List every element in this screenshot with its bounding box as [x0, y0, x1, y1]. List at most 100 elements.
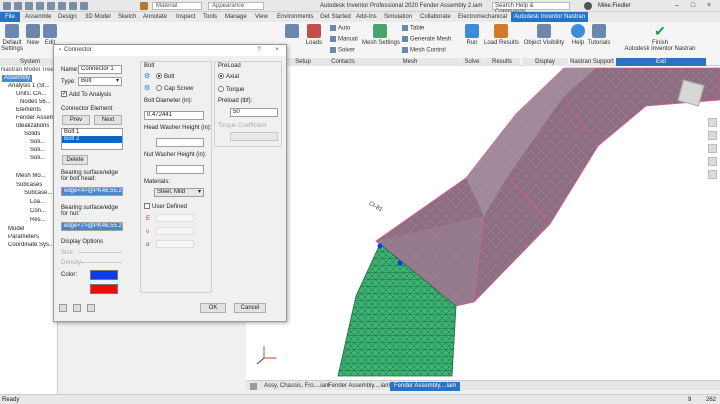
tab-tools[interactable]: Tools — [203, 13, 217, 22]
user-defined-checkbox[interactable] — [144, 203, 150, 209]
delete-button[interactable]: Delete — [62, 155, 88, 165]
tab-add-ins[interactable]: Add-Ins — [356, 13, 377, 22]
tree-item-constraints[interactable]: Con... — [30, 208, 46, 215]
material-dropdown[interactable]: Material — [152, 2, 202, 10]
tab-file[interactable]: File — [0, 12, 20, 22]
tab-autodesk-inventor-nastran[interactable]: Autodesk Inventor Nastran — [511, 12, 589, 22]
zoom-icon[interactable] — [708, 131, 717, 140]
add-icon[interactable] — [59, 304, 67, 312]
mesh-control-button[interactable]: Mesh Control — [402, 47, 446, 55]
save-icon[interactable] — [36, 2, 44, 10]
contacts-auto-button[interactable]: Auto — [330, 25, 350, 33]
full-navigation-icon[interactable] — [708, 170, 717, 179]
new-file-icon[interactable] — [14, 2, 22, 10]
doc-tab-fender-1[interactable]: Fender Assembly....iam — [324, 382, 394, 391]
tab-view[interactable]: View — [255, 13, 268, 22]
add-to-analysis-checkbox[interactable] — [61, 90, 67, 97]
redo-icon[interactable] — [58, 2, 66, 10]
tree-item-results[interactable]: Res... — [30, 217, 46, 224]
tree-item-solid-3[interactable]: Soli... — [30, 155, 45, 162]
tree-item-subcase[interactable]: Subcase... — [24, 190, 52, 197]
appearance-dropdown[interactable]: Appearance — [208, 2, 264, 10]
tab-assemble[interactable]: Assemble — [25, 13, 51, 22]
tree-item-loads[interactable]: Loa... — [30, 199, 45, 206]
mesh-settings-button[interactable]: Mesh Settings — [362, 24, 400, 46]
contacts-solver-button[interactable]: Solver — [330, 47, 355, 55]
axial-radio[interactable] — [218, 73, 224, 79]
tree-item-assembly[interactable]: Assembly — [2, 75, 33, 82]
delete-icon[interactable] — [87, 304, 95, 312]
tab-environments[interactable]: Environments — [277, 13, 314, 22]
mesh-table-button[interactable]: Table — [402, 25, 424, 33]
tree-item-subcases[interactable]: Subcases — [16, 182, 42, 189]
home-tab-icon[interactable] — [250, 383, 257, 390]
tab-inspect[interactable]: Inspect — [176, 13, 195, 22]
cancel-button[interactable]: Cancel — [234, 303, 266, 313]
prev-button[interactable]: Prev — [62, 115, 90, 125]
hidden-setup-button[interactable] — [282, 24, 302, 40]
new-analysis-button[interactable]: New — [25, 24, 41, 46]
tab-manage[interactable]: Manage — [225, 13, 247, 22]
search-input[interactable]: Search Help & Commands... — [492, 2, 570, 15]
tab-electromechanical[interactable]: Electromechanical — [458, 13, 507, 22]
help-button[interactable]: Help — [570, 24, 586, 46]
default-settings-button[interactable]: Default Settings — [1, 24, 23, 52]
tree-item-mesh-model[interactable]: Mesh Mo... — [16, 173, 46, 180]
maximize-button[interactable]: □ — [688, 1, 698, 10]
user-name[interactable]: Mike.Fiedler — [598, 2, 631, 10]
undo-icon[interactable] — [47, 2, 55, 10]
tab-annotate[interactable]: Annotate — [143, 13, 167, 22]
graphics-viewport[interactable]: Ct-81 — [246, 66, 720, 380]
nut-washer-input[interactable] — [156, 165, 204, 174]
cap-screw-radio[interactable] — [156, 85, 162, 91]
color-swatch-secondary[interactable] — [90, 284, 118, 294]
orbit-icon[interactable] — [708, 144, 717, 153]
select-icon[interactable] — [80, 2, 88, 10]
finish-nastran-button[interactable]: ✔ Finish Autodesk Inventor Nastran — [618, 24, 702, 52]
minimize-button[interactable]: – — [672, 1, 682, 10]
loads-button[interactable]: Loads — [304, 24, 324, 46]
tab-sketch[interactable]: Sketch — [118, 13, 136, 22]
copy-icon[interactable] — [73, 304, 81, 312]
tree-item-idealizations[interactable]: Idealizations — [16, 123, 49, 130]
contacts-manual-button[interactable]: Manual — [330, 36, 358, 44]
doc-tab-chassis[interactable]: Assy, Chassis, Fro....iam — [260, 382, 334, 391]
tree-item-parameters[interactable]: Parameters — [8, 234, 39, 241]
tab-design[interactable]: Design — [58, 13, 77, 22]
head-washer-input[interactable] — [156, 138, 204, 147]
bolt-diameter-input[interactable]: 0.472441 — [144, 111, 204, 120]
list-item[interactable]: Bolt 1 — [62, 129, 122, 136]
tab-simulation[interactable]: Simulation — [384, 13, 412, 22]
bolt-radio[interactable] — [156, 73, 162, 79]
pan-icon[interactable] — [708, 118, 717, 127]
ok-button[interactable]: OK — [200, 303, 226, 313]
tutorials-button[interactable]: Tutorials — [587, 24, 611, 46]
tab-collaborate[interactable]: Collaborate — [420, 13, 451, 22]
run-button[interactable]: Run — [463, 24, 481, 46]
preload-input[interactable]: 50 — [230, 108, 278, 117]
torque-radio[interactable] — [218, 86, 224, 92]
load-results-button[interactable]: Load Results — [484, 24, 519, 46]
next-button[interactable]: Next — [94, 115, 122, 125]
list-item-selected[interactable]: Bolt 2 — [62, 136, 122, 143]
tree-item-nodes[interactable]: Nodes 56... — [20, 99, 51, 106]
type-select[interactable]: Bolt ▾ — [78, 77, 122, 86]
help-icon[interactable]: ? — [254, 45, 264, 56]
color-swatch-primary[interactable] — [90, 270, 118, 280]
tree-item-solid-2[interactable]: Soli... — [30, 147, 45, 154]
open-file-icon[interactable] — [25, 2, 33, 10]
app-menu-icon[interactable] — [3, 2, 11, 10]
tree-item-solids[interactable]: Solids — [24, 131, 40, 138]
doc-tab-fender-2[interactable]: Fender Assembly....iam — [390, 382, 461, 391]
materials-select[interactable]: Steel, Mild ▾ — [154, 188, 204, 197]
tree-item-units[interactable]: Units: CA... — [16, 91, 46, 98]
bearing-nut-input[interactable]: edge<7>@PK46.55.26.084 — [61, 222, 123, 231]
name-input[interactable]: Connector 1 — [78, 65, 122, 74]
tab-3d-model[interactable]: 3D Model — [85, 13, 111, 22]
close-window-button[interactable]: × — [704, 1, 714, 10]
tree-item-elements[interactable]: Elements — [16, 107, 41, 114]
home-icon[interactable] — [69, 2, 77, 10]
tree-item-solid-1[interactable]: Soli... — [30, 139, 45, 146]
bearing-head-input[interactable]: edge<4>@PK46.55.26.062 — [61, 187, 123, 196]
tree-item-coordinate-systems[interactable]: Coordinate Sys... — [8, 242, 54, 249]
